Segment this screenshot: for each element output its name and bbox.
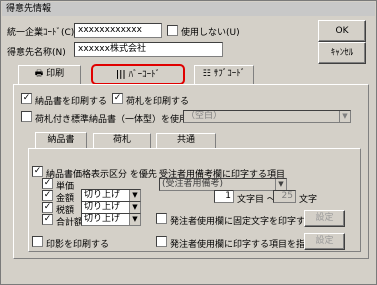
to-label: 文字 [299, 195, 318, 205]
subtab-tag[interactable]: 荷札 [93, 133, 151, 148]
specify-item-label: 発注者使用欄に印字する項目を指定 [170, 240, 315, 250]
stamp-checkbox[interactable] [32, 236, 43, 247]
name-input[interactable]: xxxxxx株式会社 [74, 42, 223, 57]
from-input[interactable]: 1 [214, 190, 234, 203]
unit-price-checkbox[interactable]: ✓ [42, 178, 53, 189]
name-label: 得意先名称(N) [7, 48, 66, 58]
tab-print[interactable]: 🖶 印刷 [18, 65, 81, 84]
total-label: 合計額 [56, 218, 84, 228]
chevron-down-icon[interactable]: ▼ [129, 190, 140, 201]
chevron-down-icon[interactable]: ▼ [129, 214, 140, 225]
delivery-print-label: 納品書を印刷する [35, 97, 108, 107]
subtab-common[interactable]: 共通 [156, 133, 216, 148]
corp-code-label: 統一企業ｺｰﾄﾞ(C) [7, 28, 75, 38]
chevron-down-icon[interactable]: ▼ [339, 111, 350, 122]
tag-print-checkbox[interactable]: ✓ [112, 93, 123, 104]
not-used-label: 使用しない(U) [181, 28, 240, 38]
display-priority-checkbox[interactable]: ✓ [32, 166, 43, 177]
standard-combo[interactable]: （空白） ▼ [183, 110, 351, 123]
chevron-down-icon[interactable]: ▼ [275, 179, 286, 190]
cancel-button[interactable]: ｷｬﾝｾﾙ [318, 42, 366, 64]
tax-checkbox[interactable]: ✓ [42, 202, 53, 213]
specify-item-checkbox[interactable] [156, 236, 167, 247]
fixed-text-label: 発注者使用欄に固定文字を印字する [170, 217, 315, 227]
settings-button-1[interactable]: 設定 [304, 210, 345, 227]
printer-icon: 🖶 [34, 69, 44, 79]
list-icon: ☷ [202, 69, 211, 79]
tag-print-label: 荷札を印刷する [126, 97, 190, 107]
ok-button[interactable]: OK [318, 20, 366, 42]
standard-label: 荷札付き標準納品書（一体型）を使用する [35, 115, 207, 125]
chevron-down-icon[interactable]: ▼ [129, 202, 140, 213]
to-input[interactable]: 25 [273, 190, 296, 203]
tab-subcode[interactable]: ☷ ｻﾌﾞｺｰﾄﾞ [194, 65, 254, 84]
not-used-checkbox[interactable] [167, 25, 178, 36]
fixed-text-checkbox[interactable] [156, 213, 167, 224]
window-title: 得意先情報 [2, 2, 375, 16]
stamp-label: 印影を印刷する [46, 240, 110, 250]
standard-checkbox[interactable] [21, 111, 32, 122]
total-round-combo[interactable]: 切り上げ ▼ [81, 213, 141, 226]
subtab-delivery[interactable]: 納品書 [35, 132, 87, 148]
dialog-window: 得意先情報 統一企業ｺｰﾄﾞ(C) xxxxxxxxxxxx 使用しない(U) … [0, 0, 377, 285]
total-checkbox[interactable]: ✓ [42, 214, 53, 225]
tab-barcode[interactable]: ||| ﾊﾞｰｺｰﾄﾞ [91, 64, 185, 85]
from-label: 文字目 〜 [237, 195, 276, 205]
delivery-print-checkbox[interactable]: ✓ [21, 93, 32, 104]
corp-code-input[interactable]: xxxxxxxxxxxx [74, 23, 162, 38]
amount-checkbox[interactable]: ✓ [42, 190, 53, 201]
barcode-icon: ||| [115, 70, 126, 80]
settings-button-2[interactable]: 設定 [304, 233, 345, 250]
